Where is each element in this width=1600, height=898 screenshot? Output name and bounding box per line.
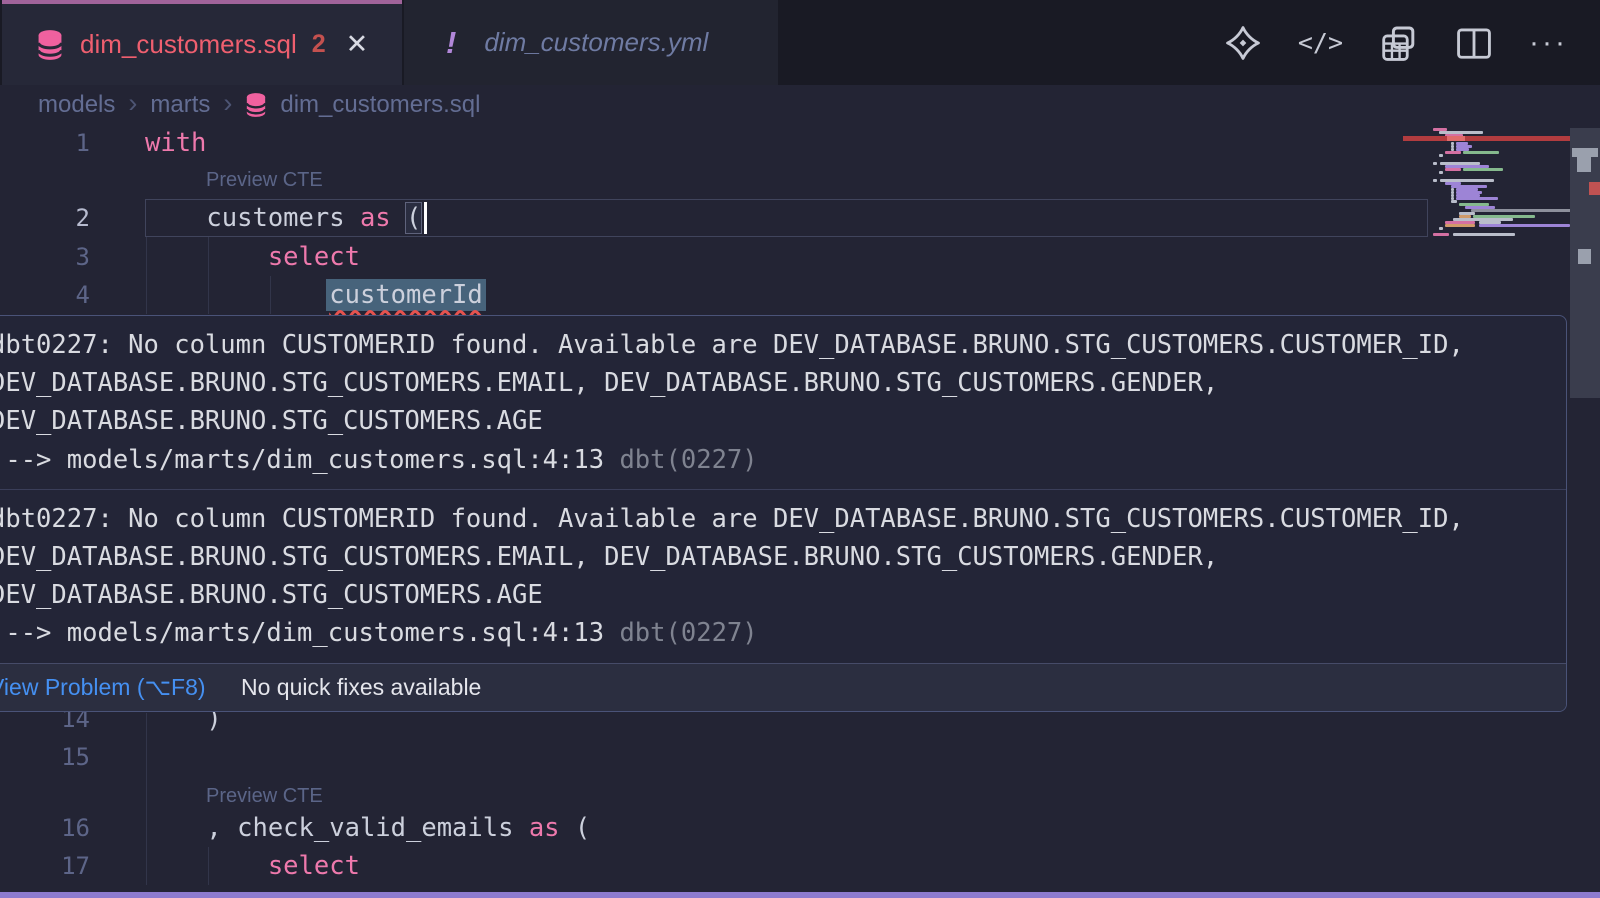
error-message-block: dbt0227: No column CUSTOMERID found. Ava… — [0, 316, 1566, 489]
line-number: 3 — [0, 238, 90, 277]
error-location: --> models/marts/dim_customers.sql:4:13 — [0, 618, 619, 648]
minimap-code-bar — [1453, 233, 1515, 236]
database-icon — [36, 29, 64, 61]
minimap-code-bar — [1439, 171, 1443, 174]
indent-guide — [146, 713, 147, 885]
error-text-line: DEV_DATABASE.BRUNO.STG_CUSTOMERS.AGE — [0, 576, 1566, 614]
split-editor-icon[interactable] — [1455, 24, 1493, 62]
error-text-line: DEV_DATABASE.BRUNO.STG_CUSTOMERS.EMAIL, … — [0, 364, 1566, 402]
window-bottom-border — [0, 892, 1600, 898]
minimap-error-word — [1447, 136, 1465, 141]
indent-guide — [146, 237, 147, 314]
code-line-4[interactable]: customerId — [145, 276, 483, 315]
unsaved-changes-badge: 2 — [312, 30, 326, 59]
minimap-error-line — [1403, 136, 1570, 141]
code-line-16[interactable]: , check_valid_emails as ( — [145, 809, 590, 848]
indent-guide — [208, 847, 209, 885]
hover-status-bar: View Problem (⌥F8) No quick fixes availa… — [0, 663, 1566, 711]
minimap-code-bar — [1463, 168, 1503, 171]
codelens-preview-cte[interactable]: Preview CTE — [206, 785, 323, 808]
error-message-block: dbt0227: No column CUSTOMERID found. Ava… — [0, 490, 1566, 663]
overview-ruler-mark — [1577, 157, 1591, 172]
text-cursor — [424, 202, 427, 234]
error-text-line: dbt0227: No column CUSTOMERID found. Ava… — [0, 500, 1566, 538]
minimap-code-bar — [1463, 151, 1499, 154]
breadcrumb-marts[interactable]: marts — [150, 91, 210, 119]
current-line-highlight — [145, 199, 1428, 237]
tab-dim-customers-yml[interactable]: ! dim_customers.yml — [404, 0, 778, 85]
indent-guide — [270, 276, 271, 314]
minimap-code-bar — [1445, 224, 1475, 227]
open-compiled-code-icon[interactable]: </> — [1298, 28, 1343, 57]
minimap-code-bar — [1439, 227, 1443, 230]
error-text-line: DEV_DATABASE.BRUNO.STG_CUSTOMERS.AGE — [0, 402, 1566, 440]
line-number: 16 — [0, 809, 90, 848]
view-problem-link[interactable]: View Problem (⌥F8) — [0, 674, 206, 701]
minimap-code-bar — [1433, 233, 1449, 236]
overview-ruler-mark — [1572, 148, 1598, 157]
minimap-code-bar — [1456, 197, 1498, 200]
error-hover-popup: dbt0227: No column CUSTOMERID found. Ava… — [0, 315, 1567, 712]
vscode-window: dim_customers.sql 2 ✕ ! dim_customers.ym… — [0, 0, 1600, 898]
breadcrumb-models[interactable]: models — [38, 91, 115, 119]
tab-dim-customers-sql[interactable]: dim_customers.sql 2 ✕ — [2, 0, 402, 85]
line-number: 4 — [0, 276, 90, 315]
minimap-code-bar — [1479, 224, 1570, 227]
breadcrumb-file[interactable]: dim_customers.sql — [280, 91, 480, 119]
breadcrumb: models › marts › dim_customers.sql — [38, 85, 480, 125]
code-line-1[interactable]: with — [145, 124, 206, 163]
error-code: dbt(0227) — [619, 445, 757, 475]
no-quick-fixes-label: No quick fixes available — [241, 674, 481, 701]
problem-mark-icon: ! — [446, 25, 456, 61]
line-number: 1 — [0, 124, 90, 163]
tab-label: dim_customers.sql — [80, 29, 297, 60]
close-tab-icon[interactable]: ✕ — [346, 29, 369, 60]
chevron-right-icon: › — [223, 90, 232, 121]
minimap-code-bar — [1433, 162, 1437, 165]
minimap-code-bar — [1439, 154, 1443, 157]
line-number: 17 — [0, 847, 90, 886]
error-location-line: --> models/marts/dim_customers.sql:4:13 … — [0, 614, 1566, 652]
tab-bar: dim_customers.sql 2 ✕ ! dim_customers.ym… — [0, 0, 1600, 85]
chevron-right-icon: › — [128, 90, 137, 121]
error-text-line: dbt0227: No column CUSTOMERID found. Ava… — [0, 326, 1566, 364]
code-line-3[interactable]: select — [145, 238, 360, 277]
error-word-highlight: customerId — [326, 279, 486, 311]
line-number: 15 — [0, 738, 90, 777]
tab-label: dim_customers.yml — [484, 27, 708, 58]
overview-ruler-error-mark — [1589, 182, 1600, 195]
query-results-icon[interactable] — [1379, 23, 1419, 63]
editor-actions: </> ··· — [1224, 0, 1568, 85]
minimap-code-bar — [1445, 151, 1461, 154]
error-location-line: --> models/marts/dim_customers.sql:4:13 … — [0, 441, 1566, 479]
error-code: dbt(0227) — [619, 618, 757, 648]
minimap-code-bar — [1445, 168, 1461, 171]
codelens-preview-cte[interactable]: Preview CTE — [206, 169, 323, 192]
indent-guide — [208, 237, 209, 314]
line-number: 2 — [0, 199, 90, 238]
error-location: --> models/marts/dim_customers.sql:4:13 — [0, 445, 619, 475]
code-line-17[interactable]: select — [145, 847, 360, 886]
more-actions-icon[interactable]: ··· — [1529, 26, 1568, 60]
error-text-line: DEV_DATABASE.BRUNO.STG_CUSTOMERS.EMAIL, … — [0, 538, 1566, 576]
database-icon — [245, 92, 267, 118]
overview-ruler-mark — [1578, 249, 1591, 264]
dbt-logo-icon[interactable] — [1224, 24, 1262, 62]
minimap-code-bar — [1471, 209, 1583, 212]
minimap-code-bar — [1451, 200, 1457, 203]
minimap-code-bar — [1433, 179, 1437, 182]
